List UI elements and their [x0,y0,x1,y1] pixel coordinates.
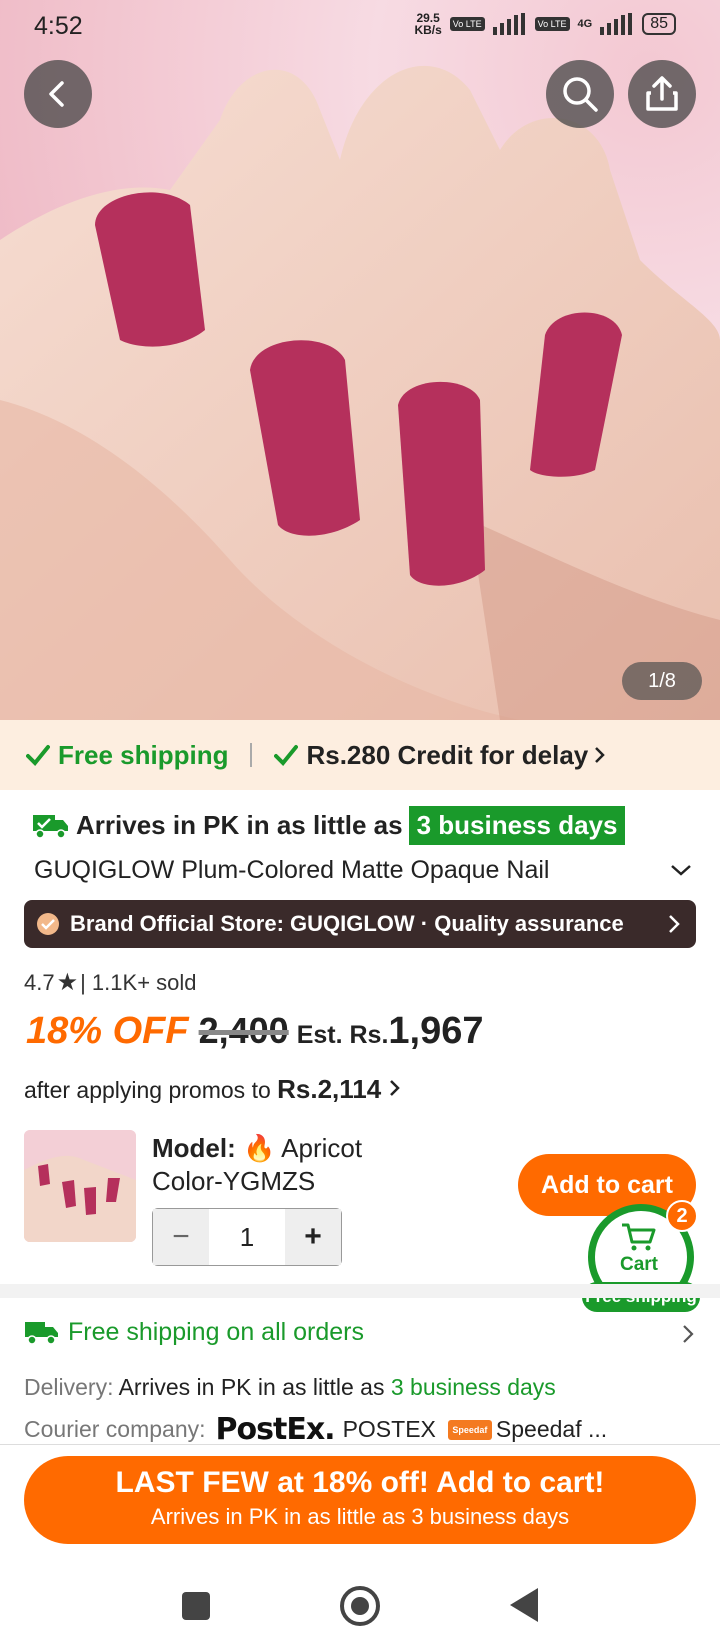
decrease-button[interactable]: − [153,1209,209,1265]
speedaf-logo: Speedaf [447,1419,492,1440]
network-type: 4G [577,18,593,30]
product-image-carousel[interactable]: 4:52 29.5 KB/s Vo LTE Vo LTE 4G 85 1/8 [0,0,720,720]
delivery-truck-icon [33,814,68,839]
model-label: Model: [152,1133,236,1163]
delay-credit-label: Rs.280 Credit for delay [306,739,589,770]
cart-label: Cart [620,1254,659,1275]
search-icon [563,77,598,112]
cart-count-badge: 2 [666,1200,698,1232]
system-nav-bar [0,1560,720,1650]
model-value-line1: Apricot [281,1133,363,1163]
arrival-days-badge: 3 business days [408,806,626,845]
courier-label: Courier company: [24,1416,206,1442]
back-nav-button[interactable] [510,1588,538,1622]
free-shipping-all-label: Free shipping on all orders [68,1318,364,1346]
product-title: GUQIGLOW Plum-Colored Matte Opaque Nail [34,856,550,884]
back-button[interactable] [24,60,92,128]
free-shipping-row[interactable]: Free shipping on all orders [24,1318,696,1347]
courier-row: Courier company: PostEx. POSTEX Speedaf … [24,1412,607,1447]
image-counter: 1/8 [622,662,702,700]
chevron-right-icon [595,747,606,763]
rating-row[interactable]: 4.7 ★ | 1.1K+ sold [24,968,197,997]
model-value-line2: Color-YGMZS [152,1166,316,1196]
verified-badge-icon [37,913,59,935]
cart-icon [622,1223,656,1251]
divider [250,743,253,767]
home-button[interactable] [340,1586,380,1626]
courier-speedaf: Speedaf ... [495,1416,608,1442]
chevron-right-icon [669,915,680,933]
volte-icon-2: Vo LTE [534,17,570,31]
status-bar: 4:52 29.5 KB/s Vo LTE Vo LTE 4G 85 [0,0,720,54]
promo-text: after applying promos to [24,1077,271,1103]
model-info[interactable]: Model: 🔥 Apricot Color-YGMZS [152,1132,362,1198]
delivery-label: Delivery: [24,1374,114,1400]
section-divider [0,1284,720,1298]
chevron-left-icon [49,81,64,107]
promo-row[interactable]: after applying promos to Rs.2,114 [24,1074,402,1105]
signal-icon-2 [600,13,633,35]
divider-line [0,1444,720,1445]
flame-icon: 🔥 [243,1133,276,1163]
quantity-stepper[interactable]: − 1 + [152,1208,342,1266]
quantity-value: 1 [239,1222,255,1252]
search-button[interactable] [546,60,614,128]
share-icon [646,76,678,111]
final-price: 1,967 [388,1010,484,1052]
est-label: Est. Rs. [296,1021,389,1049]
share-button[interactable] [628,60,696,128]
check-icon [274,745,299,766]
model-thumbnail[interactable] [24,1130,136,1242]
chevron-down-icon[interactable] [668,860,694,880]
net-speed: 29.5 KB/s [414,11,442,37]
star-icon: ★ [56,969,79,996]
status-time: 4:52 [34,12,83,40]
arrival-text: Arrives in PK in as little as [76,810,403,840]
rating-value: 4.7 [24,969,55,995]
cta-line2: Arrives in PK in as little as 3 business… [150,1504,570,1529]
last-few-add-to-cart-button[interactable]: LAST FEW at 18% off! Add to cart! Arrive… [24,1456,696,1544]
battery-icon: 85 [642,13,676,35]
delivery-days: 3 business days [390,1374,556,1400]
promo-price: Rs.2,114 [277,1074,382,1104]
chevron-right-icon [389,1080,400,1096]
courier-postex: POSTEX [342,1416,436,1442]
increase-button[interactable]: + [285,1209,341,1265]
delivery-row: Delivery: Arrives in PK in as little as … [24,1374,556,1401]
signal-icon [492,13,525,35]
shipping-strip[interactable]: Free shipping Rs.280 Credit for delay [0,720,720,790]
postex-logo: PostEx. [215,1412,336,1447]
price-row: 18% OFF 2,400 Est. Rs. 1,967 [26,1010,484,1053]
delivery-truck-icon [25,1321,58,1345]
brand-store-banner[interactable]: Brand Official Store: GUQIGLOW · Quality… [24,900,696,948]
volte-icon: Vo LTE [449,17,485,31]
sold-count: | 1.1K+ sold [80,969,197,995]
product-photo [0,65,720,720]
check-icon [26,745,50,766]
delivery-text: Arrives in PK in as little as [118,1374,385,1400]
arrival-info: Arrives in PK in as little as 3 business… [32,806,626,845]
discount-label: 18% OFF [26,1010,189,1052]
recents-button[interactable] [182,1592,210,1620]
original-price: 2,400 [198,1010,289,1051]
model-thumbnail-image [24,1130,136,1242]
free-shipping-label: Free shipping [58,739,229,770]
chevron-right-icon [683,1325,694,1343]
cta-line1: LAST FEW at 18% off! Add to cart! [115,1466,605,1499]
store-label: Brand Official Store: GUQIGLOW · Quality… [70,911,624,936]
